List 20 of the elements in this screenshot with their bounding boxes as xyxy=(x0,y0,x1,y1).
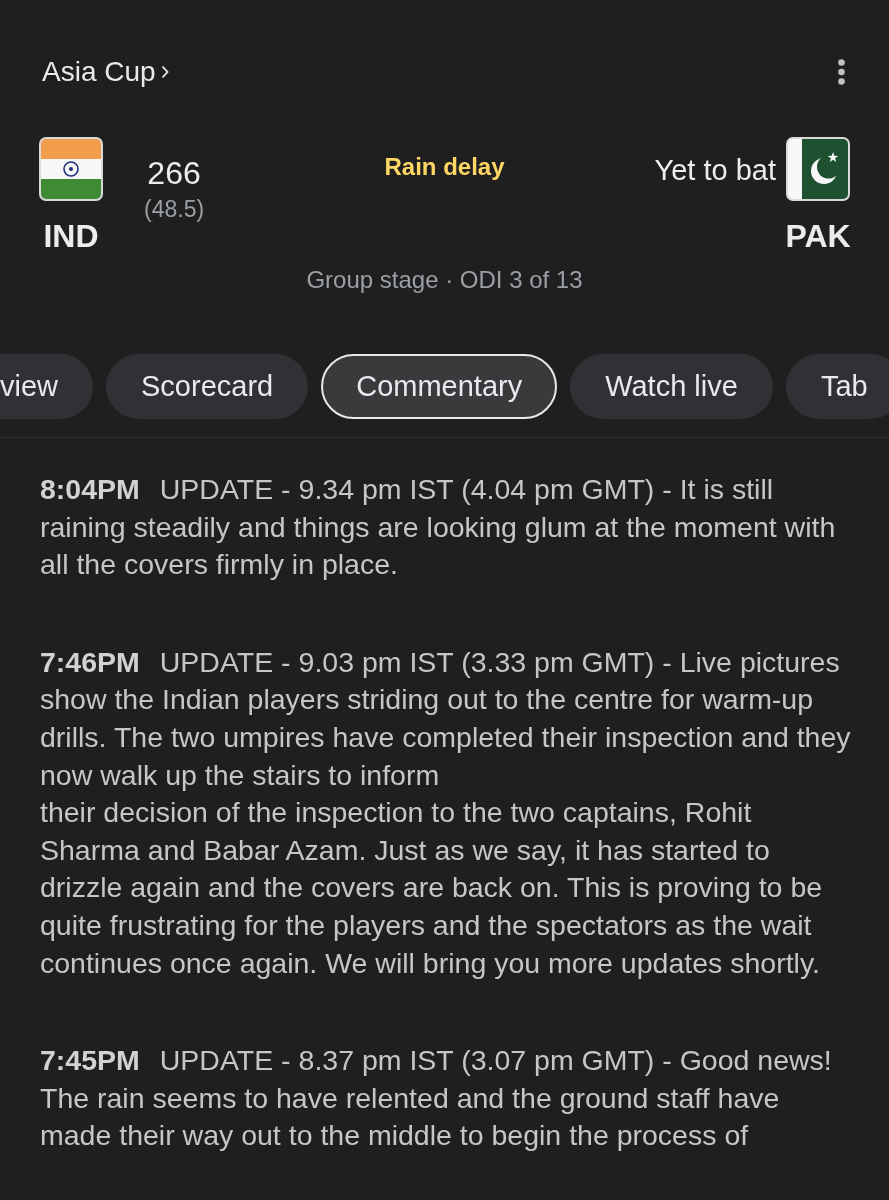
tab[interactable]: Scorecard xyxy=(106,354,309,419)
commentary-entry: 7:45PM UPDATE - 8.37 pm IST (3.07 pm GMT) - Good news! The rain seems to have relented and the ground staff have made their way out to the middle to begin the process of xyxy=(40,1043,833,1154)
batting-note: Yet to bat xyxy=(654,154,776,186)
team-name: IND xyxy=(43,218,99,254)
more-options-icon[interactable] xyxy=(838,59,845,85)
commentary-entry: 8:04PM UPDATE - 9.34 pm IST (4.04 pm GMT) - It is still raining steadily and things are looking glum at the moment with all the covers firmly in place. xyxy=(40,472,837,583)
tab[interactable]: Watch live xyxy=(570,354,773,419)
team-score: 266 xyxy=(147,154,201,192)
tab[interactable]: Tab xyxy=(785,354,889,419)
flag-icon xyxy=(786,137,850,201)
overs-count: (48.5) xyxy=(144,196,205,223)
match-status: Rain delay xyxy=(384,153,505,181)
tab[interactable]: view xyxy=(0,354,93,419)
team-name: PAK xyxy=(785,218,851,254)
commentary-entry: 7:46PM UPDATE - 9.03 pm IST (3.33 pm GMT) - Live pictures show the Indian players striding out to the centre for warm-up drills. The two umpires have completed their inspection and they now walk up the stairs to inform their decision of the inspection to the two captains, Rohit Sharma and Babar Azam. Just as we say, it has started to drizzle again and the covers are back on. This is proving to be quite frustrating for the players and the spectators as the wait continues once again. We will bring you more updates shortly. xyxy=(40,644,852,981)
competition-link[interactable]: Asia Cup xyxy=(42,56,169,88)
flag-icon xyxy=(39,137,103,201)
match-stage: Group stage · ODI 3 of 13 xyxy=(306,266,583,293)
chevron-right-icon xyxy=(160,65,169,79)
tab[interactable]: Commentary xyxy=(321,354,558,419)
